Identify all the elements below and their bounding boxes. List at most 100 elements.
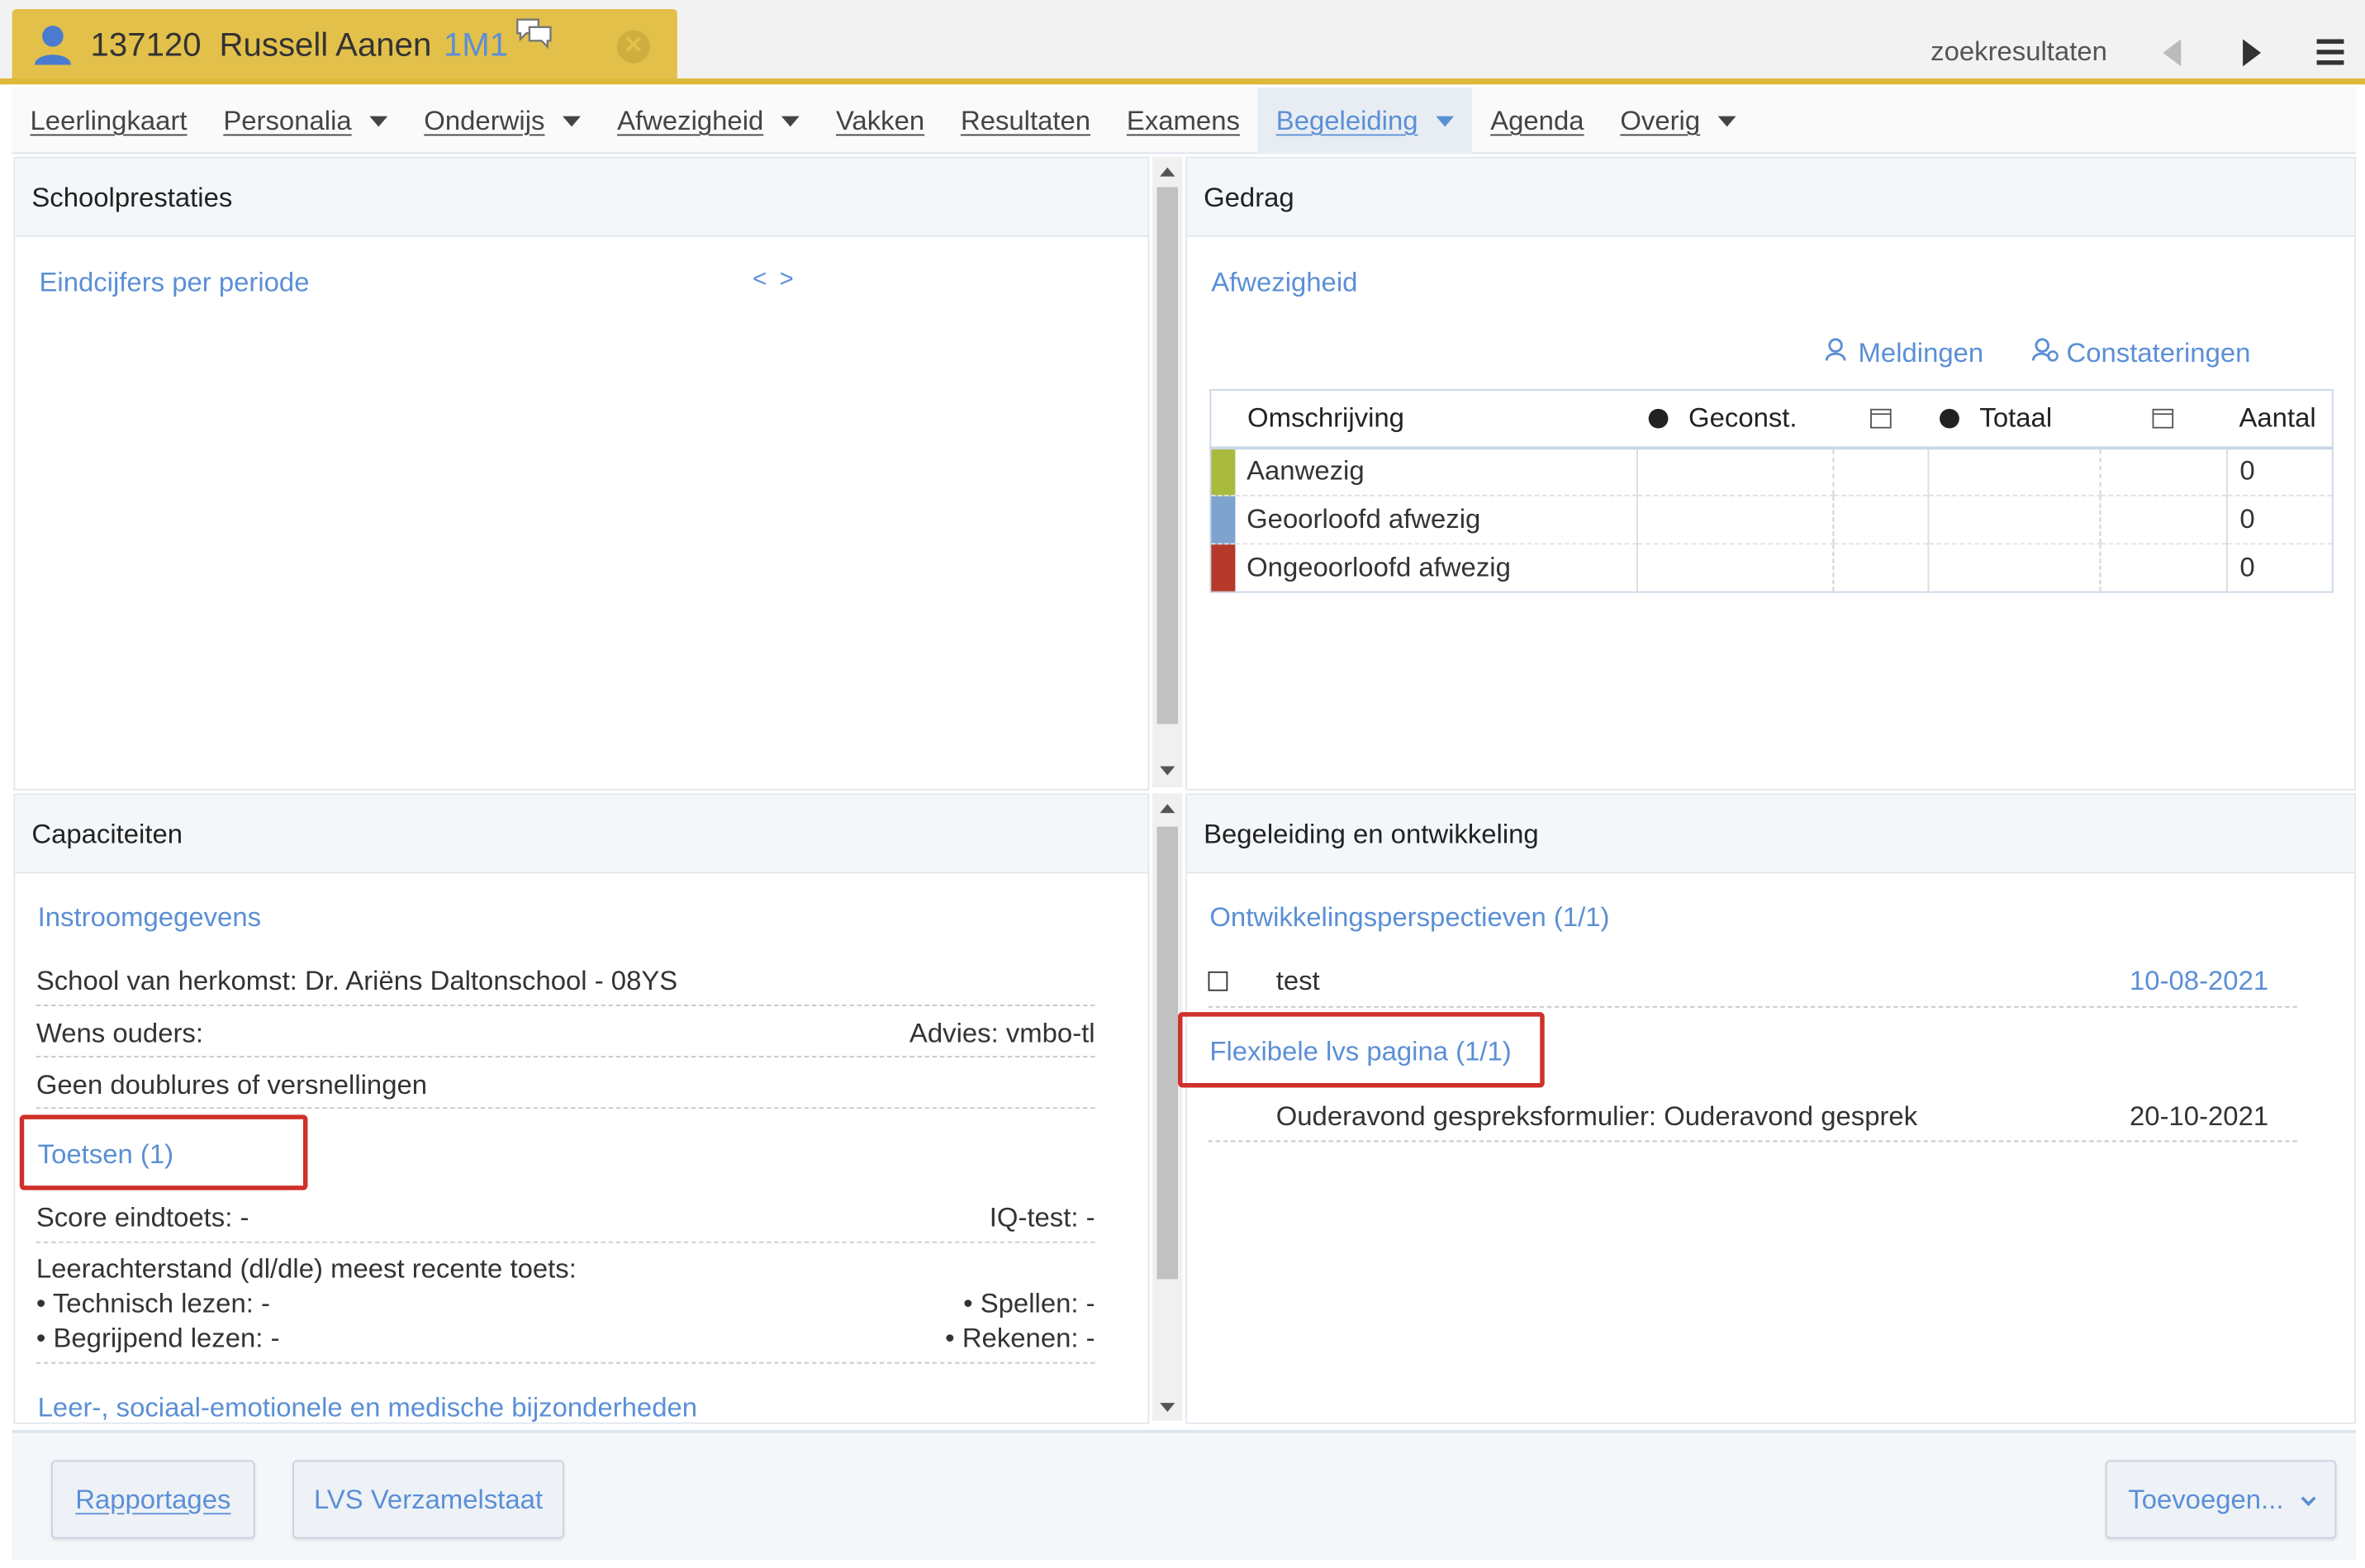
panel-title: Capaciteiten (15, 795, 1148, 874)
geconst-cell (1636, 544, 1834, 592)
rapportages-label: Rapportages (75, 1484, 231, 1515)
doublures: Geen doublures of versnellingen (36, 1069, 428, 1100)
lvs-label: LVS Verzamelstaat (314, 1484, 544, 1515)
nav-item-agenda[interactable]: Agenda (1472, 88, 1602, 154)
nav-item-label: Begeleiding (1275, 105, 1418, 136)
opp-date: 10-08-2021 (2130, 965, 2269, 996)
divider (36, 1107, 1095, 1109)
instroomgegevens-link[interactable]: Instroomgegevens (38, 902, 261, 934)
scrollbar-top[interactable] (1152, 156, 1183, 788)
col-omschrijving: Omschrijving (1210, 389, 1637, 449)
top-bar-underline (0, 78, 2365, 85)
scroll-down-icon[interactable] (1160, 766, 1175, 776)
divider (36, 1005, 1095, 1006)
nav-item-label: Resultaten (960, 105, 1091, 136)
calendar-icon (2153, 408, 2174, 429)
wens-ouders: Wens ouders: (36, 1018, 204, 1049)
leerachterstand: Leerachterstand (dl/dle) meest recente t… (36, 1253, 577, 1284)
checkbox[interactable] (1208, 971, 1228, 991)
begrijpend-lezen: • Begrijpend lezen: - (36, 1323, 280, 1353)
rapportages-button[interactable]: Rapportages (51, 1460, 255, 1539)
absence-label: Ongeoorloofd afwezig (1247, 552, 1511, 582)
nav-item-begeleiding[interactable]: Begeleiding (1257, 87, 1473, 154)
chat-icon[interactable] (514, 17, 553, 59)
geconst-cell (1636, 495, 1834, 545)
geconst-cal-cell (1832, 447, 1929, 497)
geconst-cal-cell (1832, 495, 1929, 545)
afwezigheid-link[interactable]: Afwezigheid (1211, 267, 1357, 298)
student-tab[interactable]: 137120 Russell Aanen 1M1 ✕ (12, 8, 677, 82)
divider (36, 1056, 1095, 1057)
scroll-down-icon[interactable] (1160, 1403, 1175, 1413)
scroll-up-icon[interactable] (1160, 804, 1175, 814)
color-swatch (1210, 544, 1235, 592)
spellen: • Spellen: - (963, 1288, 1095, 1319)
col-geconst-calendar[interactable] (1833, 389, 1929, 449)
color-swatch (1210, 447, 1235, 497)
totaal-cell (1927, 495, 2101, 545)
opp-item[interactable]: test (1276, 966, 1320, 997)
period-nav-arrows[interactable]: < > (753, 267, 796, 294)
panel-title: Schoolprestaties (15, 158, 1148, 237)
ontwikkelingsperspectieven-link[interactable]: Ontwikkelingsperspectieven (1/1) (1209, 902, 1609, 934)
menu-icon[interactable] (2316, 39, 2344, 70)
nav-item-resultaten[interactable]: Resultaten (943, 88, 1109, 154)
meldingen-label: Meldingen (1858, 338, 1984, 368)
bijzonderheden-link[interactable]: Leer-, sociaal-emotionele en medische bi… (38, 1392, 697, 1423)
caret-down-icon[interactable] (781, 115, 800, 126)
col-geconst[interactable]: Geconst. (1636, 389, 1834, 449)
totaal-cell (1927, 544, 2101, 592)
totaal-cell (1927, 447, 2101, 497)
main-nav: Leerlingkaart Personalia Onderwijs Afwezigh… (12, 87, 2357, 154)
school-herkomst: School van herkomst: Dr. Ariëns Daltonsc… (36, 965, 678, 996)
toevoegen-button[interactable]: Toevoegen... (2105, 1460, 2337, 1539)
caret-down-icon[interactable] (1436, 115, 1455, 126)
lvs-verzamelstaat-button[interactable]: LVS Verzamelstaat (292, 1460, 564, 1539)
col-totaal[interactable]: Totaal (1928, 389, 2101, 449)
nav-item-onderwijs[interactable]: Onderwijs (406, 88, 599, 154)
caret-down-icon[interactable] (563, 115, 582, 126)
toevoegen-label: Toevoegen... (2128, 1484, 2284, 1515)
nav-item-personalia[interactable]: Personalia (205, 88, 406, 154)
search-results-link[interactable]: zoekresultaten (1930, 36, 2107, 68)
chevron-down-icon (2301, 1490, 2316, 1507)
meldingen-link[interactable]: Meldingen (1824, 338, 1984, 369)
absence-table: Omschrijving Geconst. Totaal Aantal Aanw… (1209, 389, 2334, 593)
caret-down-icon[interactable] (1718, 115, 1736, 126)
divider (1208, 1005, 2297, 1008)
totaal-cal-cell (2099, 544, 2227, 592)
absence-row: Geoorloofd afwezig 0 (1210, 495, 2333, 545)
nav-item-leerlingkaart[interactable]: Leerlingkaart (12, 88, 206, 154)
totaal-cal-cell (2099, 495, 2227, 545)
close-icon[interactable]: ✕ (616, 30, 650, 64)
scroll-thumb[interactable] (1156, 826, 1179, 1280)
student-class[interactable]: 1M1 (444, 26, 508, 64)
nav-item-label: Vakken (835, 105, 925, 136)
panel-title: Gedrag (1186, 158, 2355, 237)
nav-item-label: Agenda (1490, 105, 1584, 136)
bottom-bar: Rapportages LVS Verzamelstaat Toevoegen.… (12, 1429, 2357, 1560)
constateringen-link[interactable]: Constateringen (2031, 338, 2250, 369)
col-totaal-calendar[interactable] (2100, 389, 2227, 449)
score-eindtoets: Score eindtoets: - (36, 1202, 249, 1233)
next-arrow-icon[interactable] (2243, 39, 2262, 67)
flex-item[interactable]: Ouderavond gespreksformulier: Ouderavond… (1276, 1101, 1917, 1133)
aantal-cell: 0 (2225, 495, 2333, 545)
nav-item-vakken[interactable]: Vakken (818, 88, 943, 154)
scroll-up-icon[interactable] (1160, 167, 1175, 177)
nav-item-examens[interactable]: Examens (1109, 88, 1258, 154)
absence-row: Aanwezig 0 (1210, 447, 2333, 497)
iq-test: IQ-test: - (989, 1202, 1095, 1233)
divider (36, 1241, 1095, 1243)
nav-item-overig[interactable]: Overig (1602, 88, 1754, 154)
scrollbar-bottom[interactable] (1152, 793, 1183, 1421)
caret-down-icon[interactable] (369, 115, 388, 126)
eindcijfers-link[interactable]: Eindcijfers per periode (39, 267, 309, 298)
scroll-thumb[interactable] (1156, 187, 1179, 725)
constateringen-icon (2031, 338, 2059, 362)
calendar-icon (1870, 408, 1892, 429)
previous-arrow-icon[interactable] (2163, 39, 2182, 67)
clock-icon (1940, 408, 1960, 429)
nav-item-afwezigheid[interactable]: Afwezigheid (599, 88, 818, 154)
divider (36, 1361, 1095, 1364)
